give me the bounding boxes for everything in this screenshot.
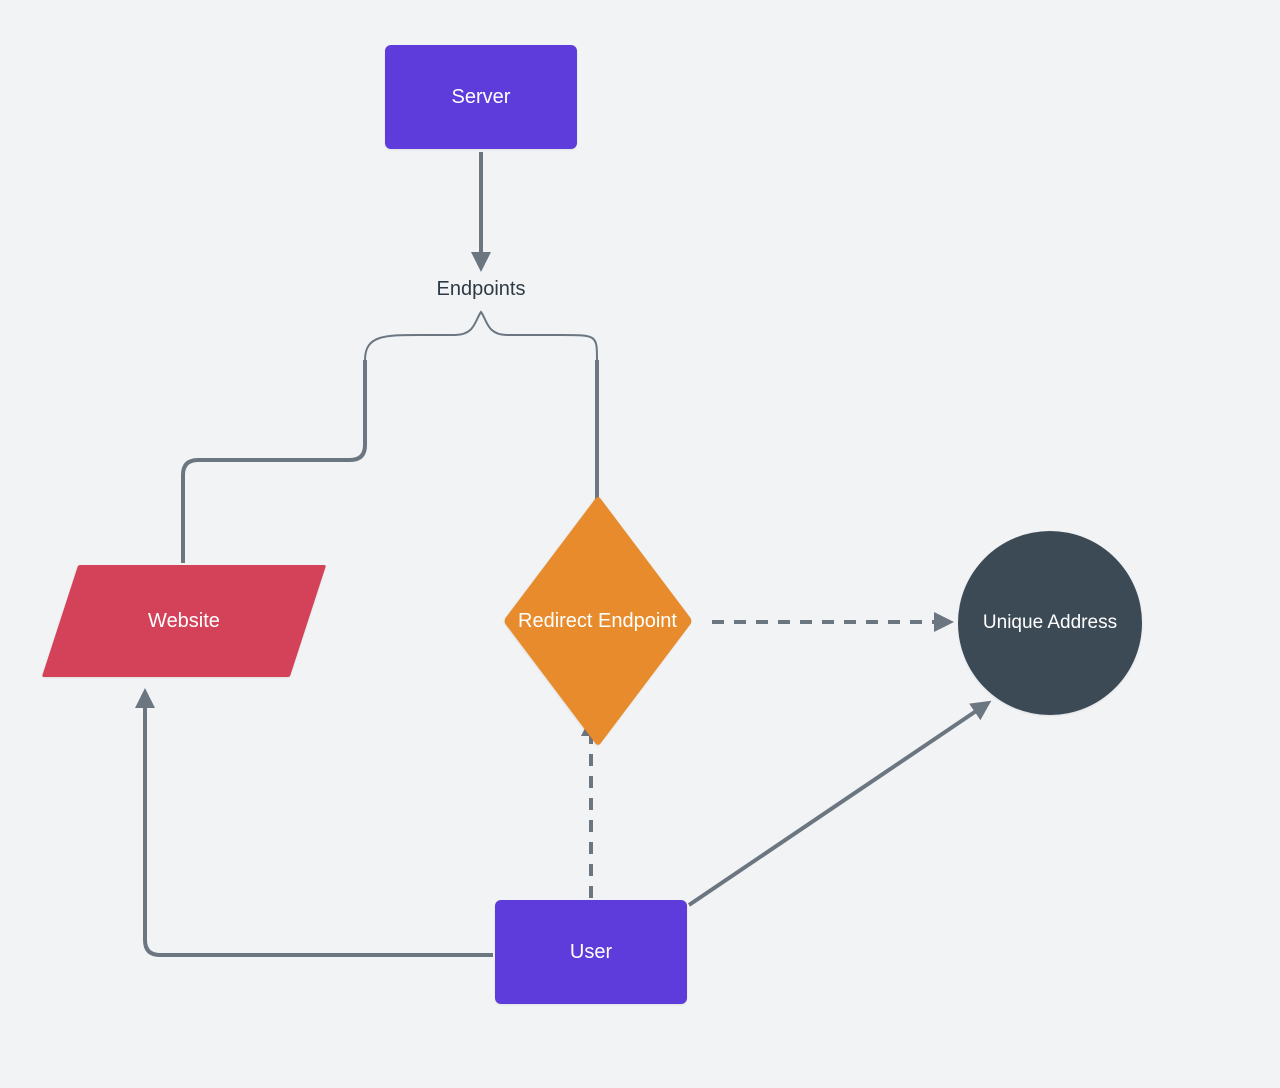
edge-user-to-website [145,692,493,955]
node-redirect-endpoint: Redirect Endpoint [485,532,710,710]
node-unique-label: Unique Address [983,612,1117,634]
node-user-label: User [570,941,612,964]
node-server-label: Server [452,86,511,109]
edge-user-to-unique [689,703,988,905]
edge-label-endpoints: Endpoints [431,278,531,301]
edge-endpoints-to-website [183,360,365,563]
redirect-shape [503,495,693,747]
node-server: Server [385,45,577,149]
node-unique-address: Unique Address [958,531,1142,715]
node-user: User [495,900,687,1004]
website-shape [42,565,326,677]
node-website: Website [60,565,308,677]
endpoints-brace [365,312,597,360]
